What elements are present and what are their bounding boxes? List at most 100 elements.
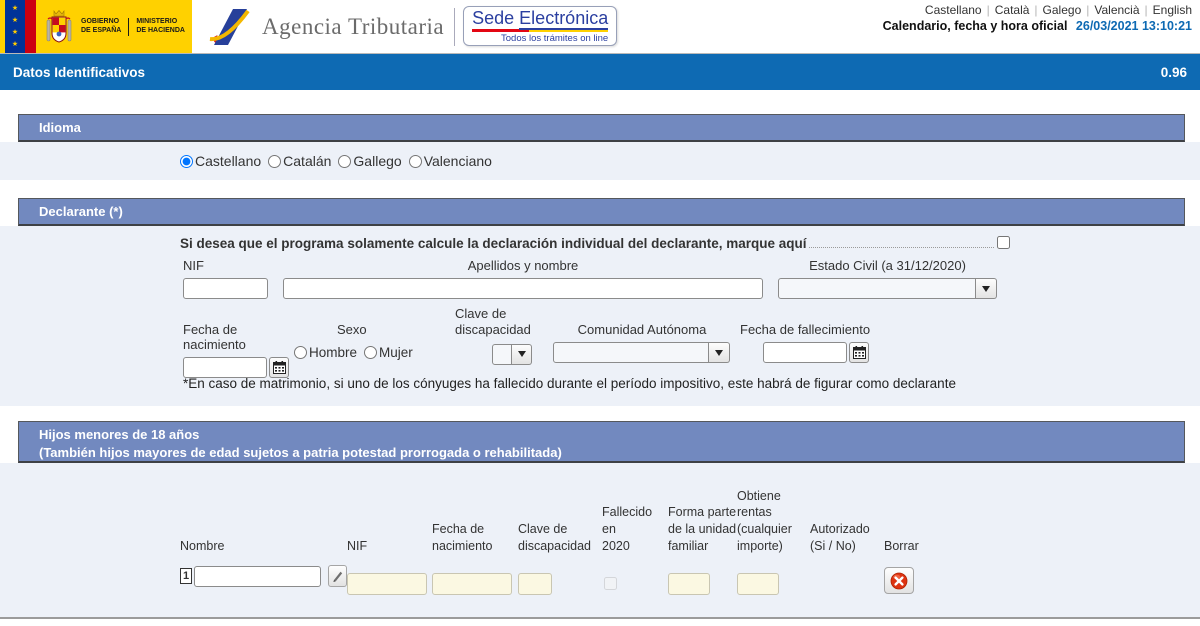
- idioma-radio-catalan[interactable]: [268, 155, 281, 168]
- hijo-clave-discapacidad-input: [518, 573, 552, 595]
- column-fecha-nacimiento: Fecha de nacimiento: [432, 521, 518, 555]
- estado-civil-select[interactable]: [778, 278, 976, 299]
- sexo-radio-mujer[interactable]: [364, 346, 377, 359]
- sede-subtitle: Todos los trámites on line: [472, 33, 608, 44]
- flag-stripe-red: [25, 0, 36, 53]
- idioma-radio-gallego[interactable]: [338, 155, 351, 168]
- idioma-section-header: Idioma: [18, 114, 1185, 142]
- dotted-leader: [809, 247, 994, 248]
- clave-discapacidad-select[interactable]: [492, 344, 512, 365]
- nif-label: NIF: [183, 258, 268, 273]
- comunidad-autonoma-dropdown-button[interactable]: [709, 342, 730, 363]
- idioma-radio-valenciano[interactable]: [409, 155, 422, 168]
- clave-discapacidad-dropdown-button[interactable]: [512, 344, 532, 365]
- nif-input[interactable]: [183, 278, 268, 299]
- lang-english-link[interactable]: English: [1153, 3, 1192, 17]
- lang-castellano-link[interactable]: Castellano: [925, 3, 982, 17]
- sexo-label: Sexo: [337, 322, 367, 337]
- lang-galego-link[interactable]: Galego: [1043, 3, 1082, 17]
- section-gap: [0, 406, 1200, 421]
- sede-title: Sede Electrónica: [472, 9, 608, 28]
- hijo-nombre-input[interactable]: [194, 566, 321, 587]
- fecha-fallecimiento-label: Fecha de fallecimiento: [740, 322, 875, 337]
- idioma-option-valenciano[interactable]: Valenciano: [409, 153, 492, 169]
- row-number-badge: 1: [180, 568, 192, 584]
- column-unidad-familiar: Forma parte de la unidad familiar: [668, 504, 737, 555]
- page-title-bar: Datos Identificativos 0.96: [0, 54, 1200, 90]
- ministerio-label: MINISTERIO DE HACIENDA: [136, 18, 185, 36]
- hijo-row: 1: [180, 565, 930, 595]
- idioma-radio-castellano[interactable]: [180, 155, 193, 168]
- idioma-option-gallego[interactable]: Gallego: [338, 153, 401, 169]
- spain-coat-of-arms-icon: [44, 0, 74, 53]
- fecha-fallecimiento-input[interactable]: [763, 342, 847, 363]
- agencia-tributaria-name: Agencia Tributaria: [262, 14, 444, 40]
- idioma-option-catalan[interactable]: Catalán: [268, 153, 331, 169]
- comunidad-autonoma-label: Comunidad Autónoma: [553, 322, 731, 337]
- page-title: Datos Identificativos: [13, 65, 145, 80]
- hijo-edit-button[interactable]: [328, 565, 347, 587]
- sexo-option-mujer[interactable]: Mujer: [364, 345, 413, 360]
- chevron-down-icon: [715, 350, 723, 356]
- gobierno-logo: ★★★★ GOBIERNO DE ESPAÑA MINISTERIO DE HA…: [0, 0, 192, 53]
- fecha-fallecimiento-calendar-button[interactable]: [849, 342, 869, 363]
- agencia-tributaria-icon: [208, 5, 252, 49]
- idioma-option-castellano[interactable]: Castellano: [180, 153, 261, 169]
- gov-text-divider: [128, 18, 129, 36]
- header-separator: [454, 8, 455, 46]
- hijos-section: Nombre NIF Fecha de nacimiento Clave de …: [0, 463, 1200, 617]
- column-obtiene-rentas: Obtiene rentas (cualquier importe): [737, 488, 810, 556]
- idioma-section: Castellano Catalán Gallego Valenciano: [0, 142, 1200, 180]
- bottom-divider: [0, 617, 1200, 619]
- hijo-nif-input: [347, 573, 427, 595]
- lang-separator: |: [987, 3, 990, 17]
- declarante-section-header: Declarante (*): [18, 198, 1185, 226]
- sexo-radio-hombre[interactable]: [294, 346, 307, 359]
- chevron-down-icon: [982, 286, 990, 292]
- sexo-option-hombre[interactable]: Hombre: [294, 345, 357, 360]
- comunidad-autonoma-select[interactable]: [553, 342, 709, 363]
- lang-catala-link[interactable]: Català: [995, 3, 1030, 17]
- estado-civil-label: Estado Civil (a 31/12/2020): [778, 258, 997, 273]
- official-datetime: Calendario, fecha y hora oficial 26/03/2…: [883, 19, 1192, 33]
- column-clave-discapacidad: Clave de discapacidad: [518, 521, 602, 555]
- agencia-tributaria-logo: Agencia Tributaria: [208, 0, 444, 53]
- fecha-nacimiento-input[interactable]: [183, 357, 267, 378]
- eu-flag-stripe: ★★★★: [5, 0, 25, 53]
- gobierno-label: GOBIERNO DE ESPAÑA: [81, 18, 121, 36]
- app-header: ★★★★ GOBIERNO DE ESPAÑA MINISTERIO DE HA…: [0, 0, 1200, 54]
- calendar-icon: [853, 346, 866, 359]
- lang-separator: |: [1086, 3, 1089, 17]
- estado-civil-dropdown-button[interactable]: [976, 278, 997, 299]
- hijo-delete-button[interactable]: [884, 567, 914, 594]
- sede-electronica-badge[interactable]: Sede Electrónica Todos los trámites on l…: [463, 6, 617, 46]
- column-borrar: Borrar: [884, 538, 930, 555]
- apellidos-input[interactable]: [283, 278, 763, 299]
- chevron-down-icon: [518, 351, 526, 357]
- version-number: 0.96: [1161, 65, 1187, 80]
- column-nif: NIF: [347, 538, 432, 555]
- column-autorizado: Autorizado (Si / No): [810, 521, 884, 555]
- column-nombre: Nombre: [180, 538, 347, 555]
- matrimonio-note: *En caso de matrimonio, si uno de los có…: [183, 376, 956, 391]
- lang-valencia-link[interactable]: Valencià: [1094, 3, 1139, 17]
- hijos-section-header: Hijos menores de 18 años (También hijos …: [18, 421, 1185, 463]
- hijo-fecha-nacimiento-input: [432, 573, 512, 595]
- clave-discapacidad-label: Clave de discapacidad: [455, 306, 532, 339]
- hijo-obtiene-rentas-input: [737, 573, 779, 595]
- individual-declaration-label: Si desea que el programa solamente calcu…: [180, 236, 806, 251]
- declarante-section: Si desea que el programa solamente calcu…: [0, 226, 1200, 406]
- apellidos-label: Apellidos y nombre: [283, 258, 763, 273]
- section-gap: [0, 180, 1200, 198]
- pencil-icon: [331, 570, 344, 583]
- fecha-nacimiento-label: Fecha de nacimiento: [183, 322, 290, 352]
- lang-separator: |: [1034, 3, 1037, 17]
- individual-declaration-checkbox[interactable]: [997, 236, 1010, 249]
- fecha-nacimiento-calendar-button[interactable]: [269, 357, 289, 378]
- delete-icon: [890, 572, 908, 590]
- calendar-label: Calendario, fecha y hora oficial: [883, 19, 1068, 33]
- calendar-value: 26/03/2021 13:10:21: [1076, 19, 1192, 33]
- hijo-fallecido-checkbox: [604, 577, 617, 590]
- hijo-unidad-familiar-input: [668, 573, 710, 595]
- lang-separator: |: [1145, 3, 1148, 17]
